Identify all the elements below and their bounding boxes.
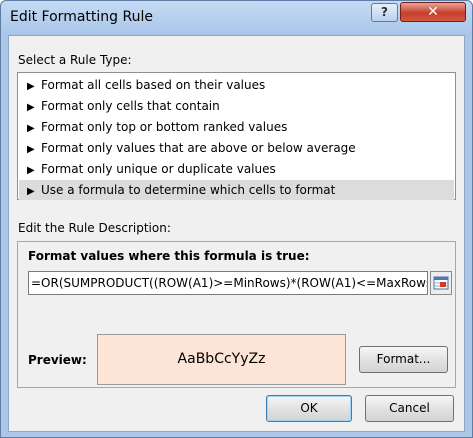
rule-type-item[interactable]: ▶ Format all cells based on their values [19, 75, 454, 95]
rule-type-item-selected[interactable]: ▶ Use a formula to determine which cells … [19, 180, 454, 200]
rule-type-label: Select a Rule Type: [18, 53, 132, 67]
collapse-dialog-button[interactable] [430, 271, 452, 295]
arrow-right-icon: ▶ [27, 165, 35, 176]
arrow-right-icon: ▶ [27, 123, 35, 134]
rule-type-item-label: Format all cells based on their values [41, 78, 266, 92]
arrow-right-icon: ▶ [27, 102, 35, 113]
formula-input[interactable]: =OR(SUMPRODUCT((ROW(A1)>=MinRows)*(ROW(A… [28, 271, 428, 295]
rule-type-item[interactable]: ▶ Format only unique or duplicate values [19, 159, 454, 179]
dialog-body: Select a Rule Type: ▶ Format all cells ba… [8, 35, 465, 432]
cancel-button[interactable]: Cancel [365, 395, 454, 422]
rule-type-item[interactable]: ▶ Format only top or bottom ranked values [19, 117, 454, 137]
preview-label: Preview: [28, 353, 87, 367]
rule-type-item-label: Format only cells that contain [41, 99, 220, 113]
help-button[interactable]: ? [371, 3, 398, 22]
rule-type-item-label: Format only values that are above or bel… [41, 141, 356, 155]
arrow-right-icon: ▶ [27, 81, 35, 92]
ok-button[interactable]: OK [266, 395, 352, 422]
title-bar[interactable]: Edit Formatting Rule ? ✕ [1, 1, 472, 35]
close-button[interactable]: ✕ [400, 2, 466, 22]
rule-description-panel: Format values where this formula is true… [17, 241, 456, 388]
rule-type-item-label: Format only top or bottom ranked values [41, 120, 288, 134]
format-button[interactable]: Format... [359, 346, 448, 373]
rule-type-item[interactable]: ▶ Format only values that are above or be… [19, 138, 454, 158]
rule-description-label: Edit the Rule Description: [18, 221, 171, 235]
arrow-right-icon: ▶ [27, 144, 35, 155]
formula-label: Format values where this formula is true… [28, 249, 310, 263]
edit-formatting-rule-dialog: Edit Formatting Rule ? ✕ Select a Rule T… [0, 0, 473, 438]
dialog-title: Edit Formatting Rule [10, 9, 153, 25]
preview-sample: AaBbCcYyZz [97, 334, 346, 385]
rule-type-item-label: Format only unique or duplicate values [41, 162, 276, 176]
rule-type-item[interactable]: ▶ Format only cells that contain [19, 96, 454, 116]
arrow-right-icon: ▶ [27, 186, 35, 197]
rule-type-list[interactable]: ▶ Format all cells based on their values … [17, 72, 456, 200]
collapse-dialog-icon [433, 276, 449, 290]
rule-type-item-label: Use a formula to determine which cells t… [41, 183, 336, 197]
